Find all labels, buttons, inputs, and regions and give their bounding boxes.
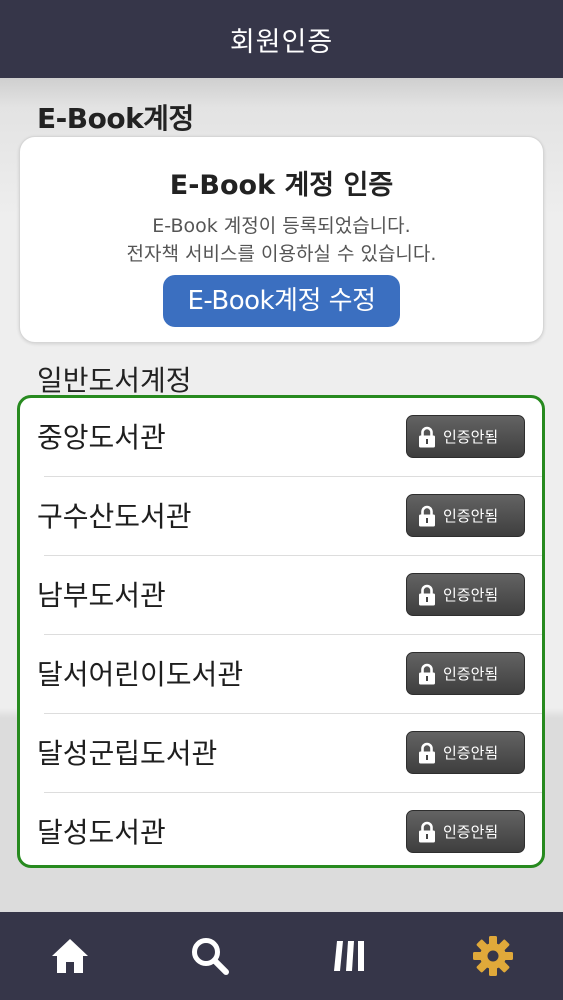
library-list-item[interactable]: 구수산도서관 인증안됨 [20, 477, 542, 556]
auth-status-label: 인증안됨 [443, 744, 499, 762]
library-list-item[interactable]: 남부도서관 인증안됨 [20, 556, 542, 635]
auth-status-button[interactable]: 인증안됨 [406, 573, 525, 616]
ebook-card-description: 전자책 서비스를 이용하실 수 있습니다. [126, 243, 437, 265]
page-title: 회원인증 [229, 26, 334, 58]
library-name: 달성군립도서관 [37, 737, 218, 770]
home-icon [52, 939, 88, 973]
lock-icon [419, 426, 435, 447]
library-name: 중앙도서관 [37, 421, 166, 454]
app-header: 회원인증 [0, 0, 563, 78]
library-shelf-icon [334, 941, 364, 971]
auth-status-button[interactable]: 인증안됨 [406, 731, 525, 774]
edit-ebook-account-button[interactable]: E-Book계정 수정 [163, 275, 400, 327]
lock-icon [419, 663, 435, 684]
general-section-title: 일반도서계정 [37, 364, 192, 397]
lock-icon [419, 742, 435, 763]
library-name: 달서어린이도서관 [37, 658, 244, 691]
auth-status-label: 인증안됨 [443, 586, 499, 604]
lock-icon [419, 821, 435, 842]
nav-search-button[interactable] [140, 912, 280, 1000]
bottom-nav-bar [0, 912, 563, 1000]
auth-status-button[interactable]: 인증안됨 [406, 494, 525, 537]
library-list: 중앙도서관 인증안됨 구수산도서관 인증안됨 남부도서관 인증안됨 달서어린이도… [17, 395, 545, 868]
auth-status-button[interactable]: 인증안됨 [406, 415, 525, 458]
library-list-item[interactable]: 달성도서관 인증안됨 [20, 793, 542, 865]
ebook-card-description: E-Book 계정이 등록되었습니다. [152, 215, 411, 237]
library-list-item[interactable]: 달서어린이도서관 인증안됨 [20, 635, 542, 714]
auth-status-label: 인증안됨 [443, 665, 499, 683]
library-name: 달성도서관 [37, 816, 166, 849]
library-name: 남부도서관 [37, 579, 166, 612]
auth-status-button[interactable]: 인증안됨 [406, 652, 525, 695]
nav-library-button[interactable] [280, 912, 420, 1000]
auth-status-label: 인증안됨 [443, 823, 499, 841]
auth-status-label: 인증안됨 [443, 507, 499, 525]
ebook-card-heading: E-Book 계정 인증 [169, 170, 394, 201]
gear-icon [473, 936, 513, 976]
lock-icon [419, 584, 435, 605]
nav-home-button[interactable] [0, 912, 140, 1000]
library-name: 구수산도서관 [37, 500, 192, 533]
library-list-item[interactable]: 중앙도서관 인증안됨 [20, 398, 542, 477]
search-icon [192, 938, 229, 975]
lock-icon [419, 505, 435, 526]
nav-settings-button[interactable] [423, 912, 563, 1000]
auth-status-label: 인증안됨 [443, 428, 499, 446]
ebook-section-title: E-Book계정 [37, 102, 194, 135]
auth-status-button[interactable]: 인증안됨 [406, 810, 525, 853]
ebook-account-card: E-Book 계정 인증 E-Book 계정이 등록되었습니다. 전자책 서비스… [19, 136, 544, 343]
library-list-item[interactable]: 달성군립도서관 인증안됨 [20, 714, 542, 793]
